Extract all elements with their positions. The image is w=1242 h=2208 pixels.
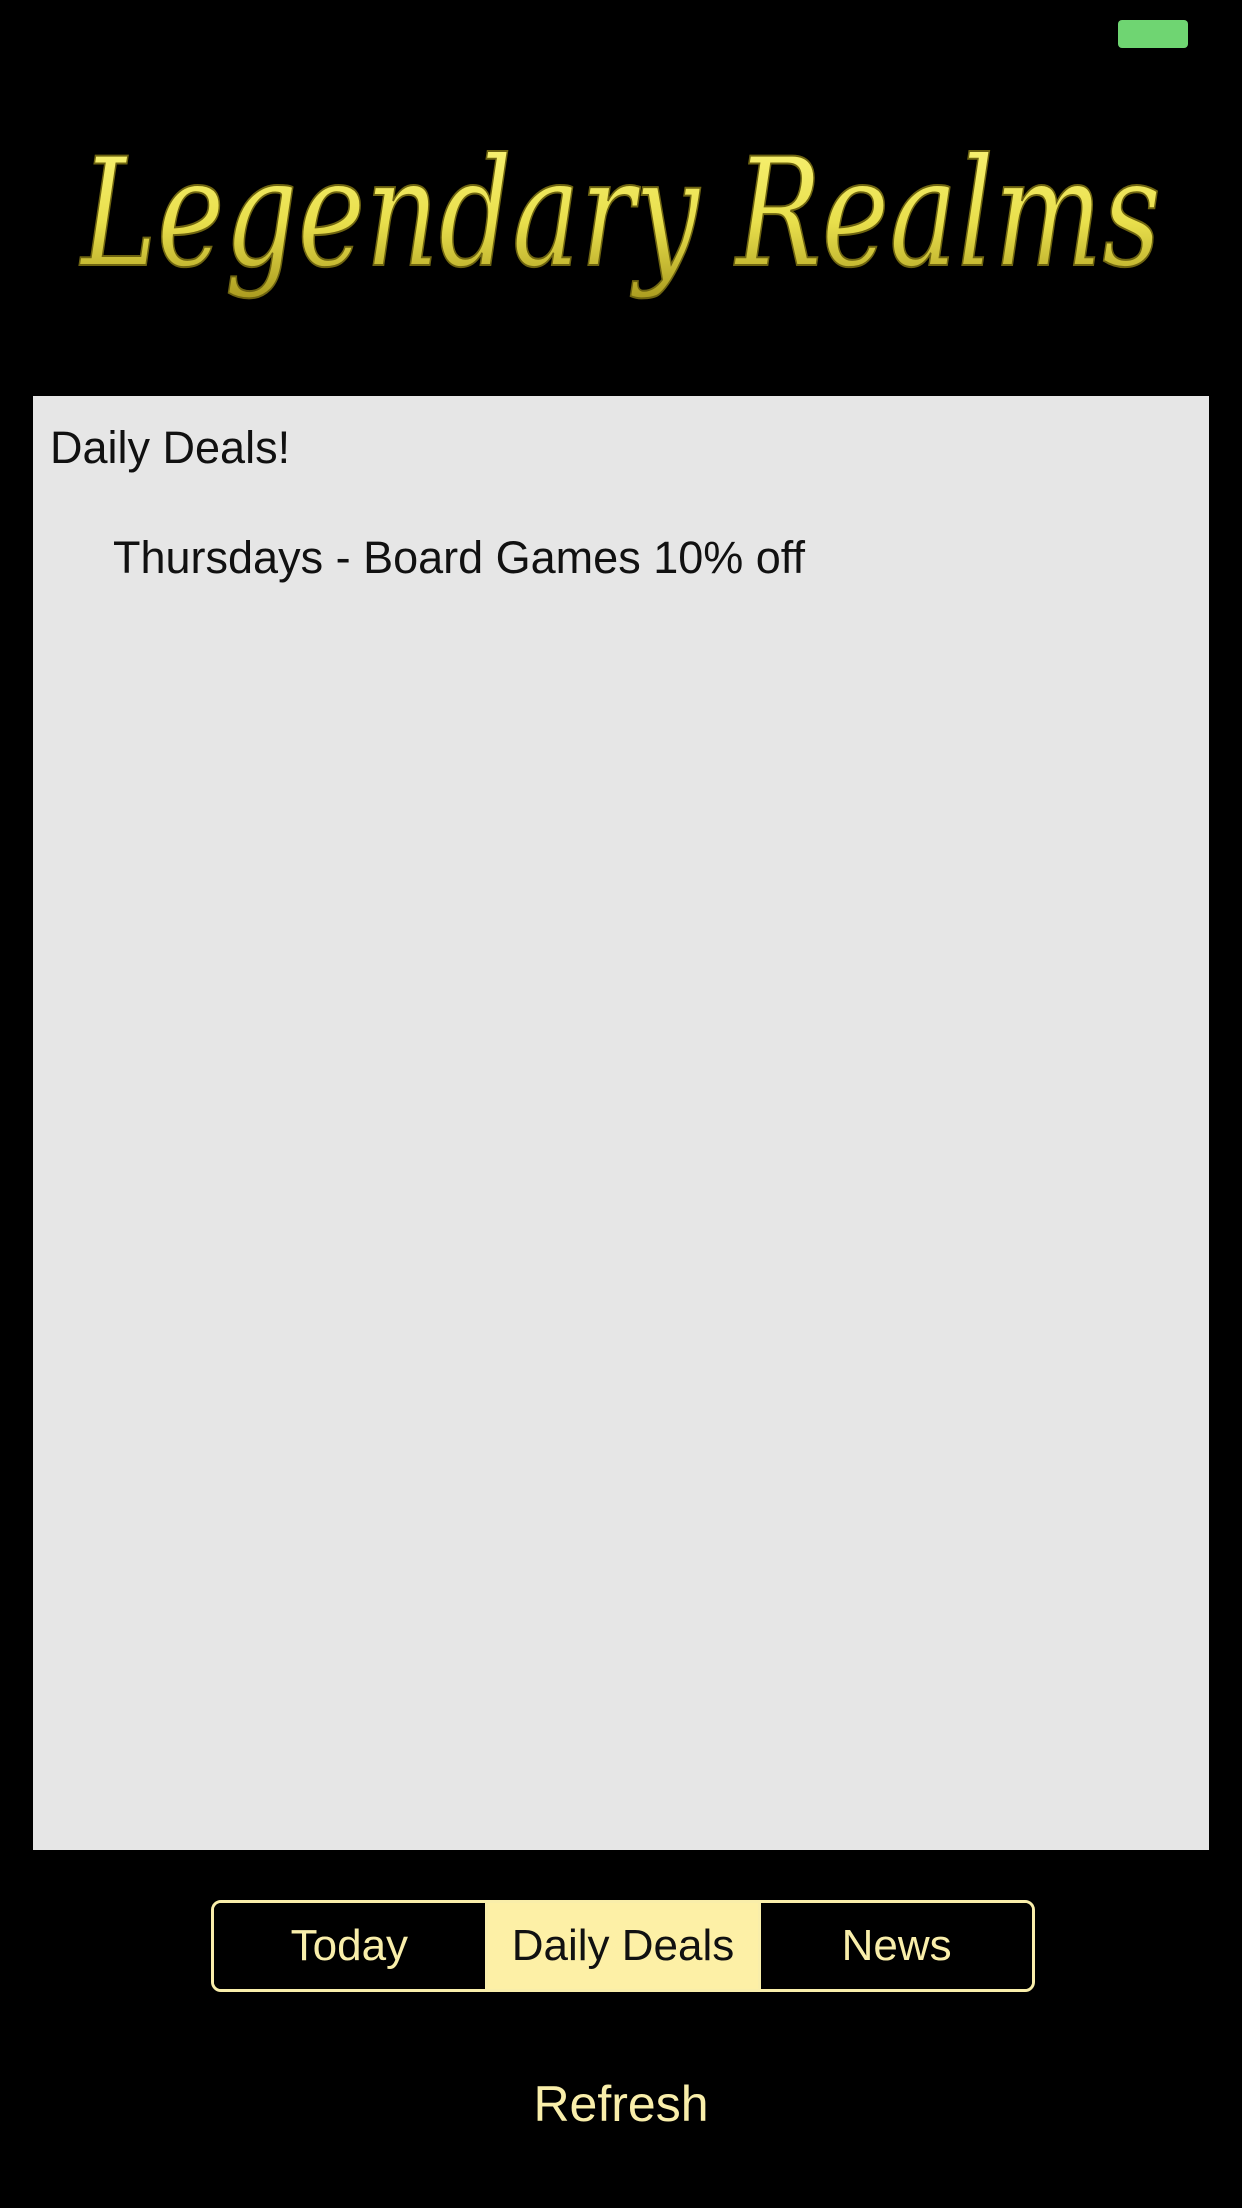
battery-icon xyxy=(1118,20,1188,48)
app-screen: Legendary Realms Daily Deals! Thursdays … xyxy=(0,0,1242,2208)
tab-daily-deals[interactable]: Daily Deals xyxy=(484,1903,759,1989)
tab-news[interactable]: News xyxy=(758,1903,1032,1989)
panel-heading: Daily Deals! xyxy=(50,422,291,473)
refresh-button[interactable]: Refresh xyxy=(0,2075,1242,2133)
section-segmented-control: Today Daily Deals News xyxy=(211,1900,1035,1992)
tab-today[interactable]: Today xyxy=(214,1903,485,1989)
deals-panel: Daily Deals! Thursdays - Board Games 10%… xyxy=(33,396,1209,1850)
app-title-text: Legendary Realms xyxy=(79,127,1161,301)
deal-item: Thursdays - Board Games 10% off xyxy=(113,532,805,583)
app-logo: Legendary Realms xyxy=(40,90,1202,350)
